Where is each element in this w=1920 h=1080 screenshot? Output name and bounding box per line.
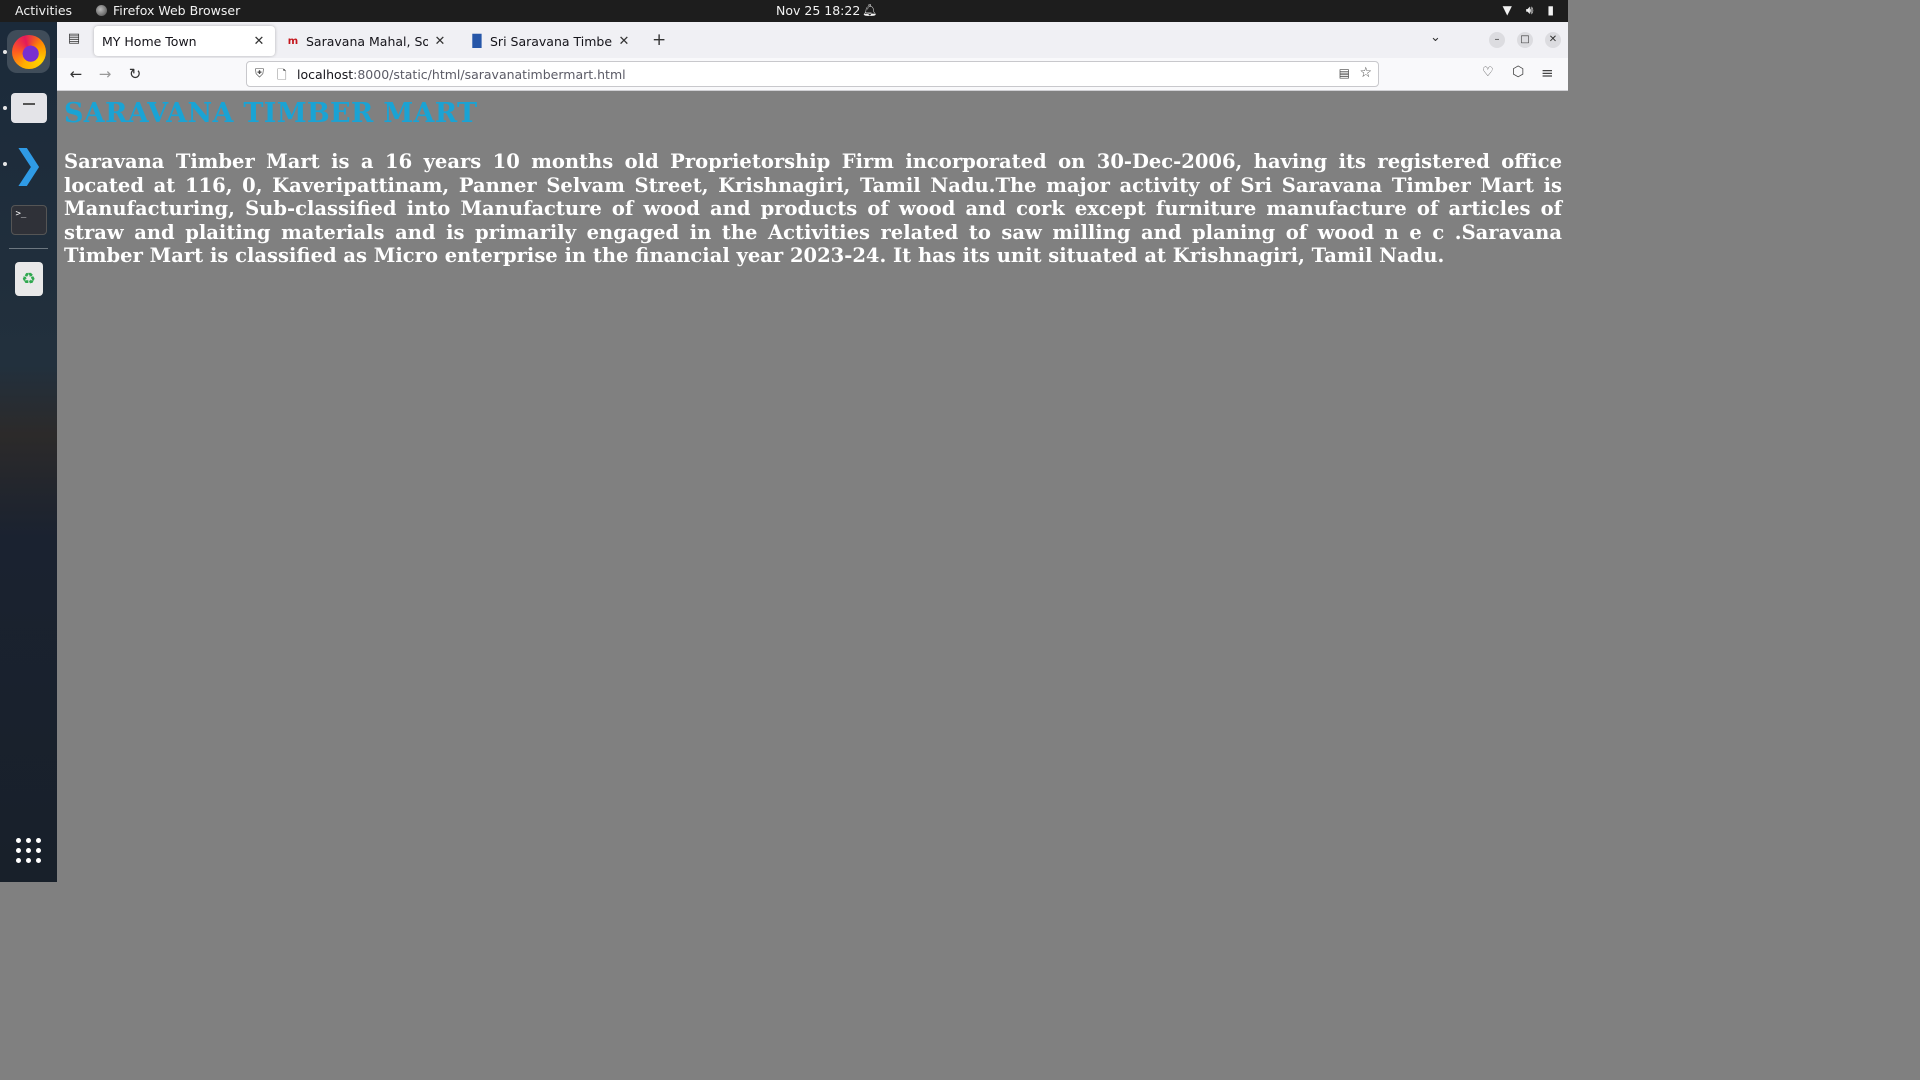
chart-favicon-icon: ▐▌ [467,34,487,48]
url-bar[interactable]: ⛨ 🗋︎ localhost:8000/static/html/saravana… [246,61,1379,87]
url-path: :8000/static/html/saravanatimbermart.htm… [353,67,626,82]
app-menu[interactable]: Firefox Web Browser [96,3,240,18]
back-arrow-icon[interactable]: ← [66,64,86,84]
tab-my-home-town[interactable]: MY Home Town ✕ [94,26,275,56]
close-window-button[interactable]: ✕ [1545,32,1561,48]
dock-vscode[interactable]: ❯ [7,142,50,185]
files-icon [10,92,47,123]
page-description: Saravana Timber Mart is a 16 years 10 mo… [64,150,1562,268]
navigation-toolbar: ← → ↻ ⛨ 🗋︎ localhost:8000/static/html/sa… [57,58,1568,91]
system-top-bar: Activities Firefox Web Browser Nov 25 18… [0,0,1568,22]
system-tray[interactable]: ▼ 🔊︎ ▮ [1503,3,1554,18]
tab-favicon: m [287,35,299,47]
extensions-icon[interactable]: ⬡ [1512,64,1524,80]
tab-close-icon[interactable]: ✕ [616,34,632,49]
tab-bar: ▤ MY Home Town ✕ m Saravana Mahal, Solar… [57,22,1568,58]
dock-separator [9,248,48,249]
volume-icon: 🔊︎ [1525,3,1534,17]
dock-trash[interactable]: ♻ [7,257,50,300]
list-all-tabs-icon[interactable]: ⌄ [1430,30,1441,45]
tracking-shield-icon[interactable]: ⛨ [255,66,264,81]
hamburger-menu-icon[interactable]: ≡ [1541,64,1554,82]
dock-firefox[interactable] [7,30,50,73]
dock-files[interactable] [7,86,50,129]
dock-terminal[interactable]: >_ [7,198,50,241]
firefox-icon [11,34,46,69]
show-apps-grid-icon[interactable] [16,838,41,863]
page-title: SARAVANA TIMBER MART [64,98,478,129]
tab-label: Saravana Mahal, Solar, Er [306,33,428,49]
tab-label: Sri Saravana Timber Mart [490,33,612,49]
pocket-icon[interactable]: ♡ [1482,65,1494,80]
firefox-small-icon [96,5,107,16]
clock[interactable]: Nov 25 18:22 [776,3,860,18]
new-tab-button[interactable]: + [652,30,666,50]
page-info-icon[interactable]: 🗋︎ [277,66,287,87]
battery-icon: ▮ [1547,3,1554,17]
tab-close-icon[interactable]: ✕ [432,34,448,49]
tab-sri-saravana-timber-mart[interactable]: ▐▌ Sri Saravana Timber Mart ✕ [462,26,640,56]
maximize-button[interactable]: □ [1517,32,1533,48]
url-host: localhost [297,67,354,82]
wifi-icon: ▼ [1502,3,1512,17]
dock: ❯ >_ ♻ [0,22,57,882]
app-name: Firefox Web Browser [113,3,241,18]
vscode-icon: ❯ [12,141,45,186]
activities-button[interactable]: Activities [15,3,72,18]
tab-label: MY Home Town [102,33,197,49]
page-content: SARAVANA TIMBER MART Saravana Timber Mar… [57,91,1568,882]
reader-view-icon[interactable]: ▤ [1339,66,1350,80]
bookmark-star-icon[interactable]: ☆ [1359,65,1372,81]
terminal-icon: >_ [10,204,47,235]
forward-arrow-icon[interactable]: → [95,64,115,84]
firefox-window: ▤ MY Home Town ✕ m Saravana Mahal, Solar… [57,22,1568,882]
url-text[interactable]: localhost:8000/static/html/saravanatimbe… [297,67,626,82]
trash-icon: ♻ [14,261,43,296]
reload-icon[interactable]: ↻ [125,64,145,84]
tab-close-icon[interactable]: ✕ [251,34,267,49]
notification-bell-icon: 🔔︎ [862,3,878,17]
firefox-view-icon[interactable]: ▤ [65,31,83,49]
tab-saravana-mahal[interactable]: m Saravana Mahal, Solar, Er ✕ [278,26,456,56]
minimize-button[interactable]: – [1489,32,1505,48]
